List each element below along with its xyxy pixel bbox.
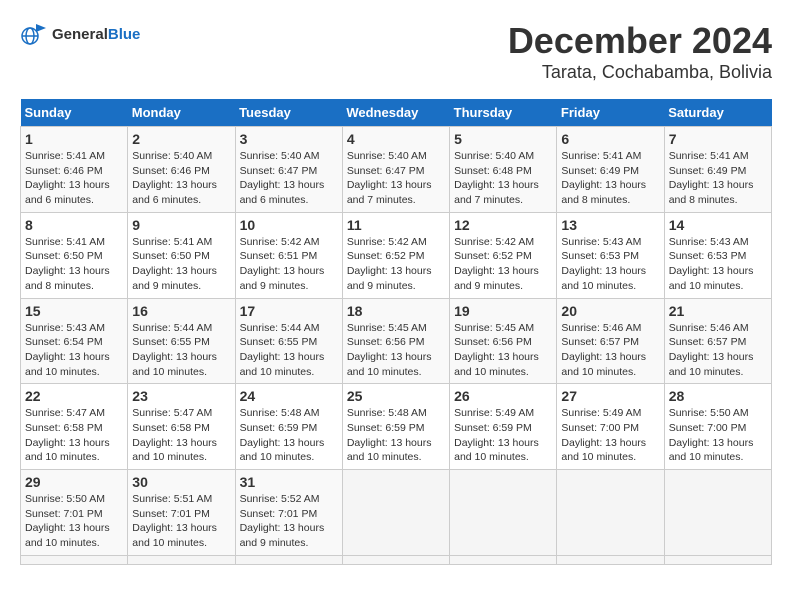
empty-cell [235,555,342,564]
empty-cell [664,470,771,556]
day-cell-18: 18Sunrise: 5:45 AMSunset: 6:56 PMDayligh… [342,298,449,384]
day-cell-12: 12Sunrise: 5:42 AMSunset: 6:52 PMDayligh… [450,212,557,298]
header-day-wednesday: Wednesday [342,99,449,127]
day-cell-21: 21Sunrise: 5:46 AMSunset: 6:57 PMDayligh… [664,298,771,384]
empty-cell [557,555,664,564]
empty-cell [128,555,235,564]
day-cell-14: 14Sunrise: 5:43 AMSunset: 6:53 PMDayligh… [664,212,771,298]
day-cell-8: 8Sunrise: 5:41 AMSunset: 6:50 PMDaylight… [21,212,128,298]
empty-cell [21,555,128,564]
day-cell-24: 24Sunrise: 5:48 AMSunset: 6:59 PMDayligh… [235,384,342,470]
header-day-thursday: Thursday [450,99,557,127]
week-row-2: 8Sunrise: 5:41 AMSunset: 6:50 PMDaylight… [21,212,772,298]
week-row-3: 15Sunrise: 5:43 AMSunset: 6:54 PMDayligh… [21,298,772,384]
week-row-5: 29Sunrise: 5:50 AMSunset: 7:01 PMDayligh… [21,470,772,556]
day-cell-25: 25Sunrise: 5:48 AMSunset: 6:59 PMDayligh… [342,384,449,470]
day-cell-16: 16Sunrise: 5:44 AMSunset: 6:55 PMDayligh… [128,298,235,384]
day-cell-30: 30Sunrise: 5:51 AMSunset: 7:01 PMDayligh… [128,470,235,556]
week-row-6 [21,555,772,564]
empty-cell [557,470,664,556]
day-cell-1: 1Sunrise: 5:41 AMSunset: 6:46 PMDaylight… [21,127,128,213]
day-cell-27: 27Sunrise: 5:49 AMSunset: 7:00 PMDayligh… [557,384,664,470]
header-day-saturday: Saturday [664,99,771,127]
week-row-1: 1Sunrise: 5:41 AMSunset: 6:46 PMDaylight… [21,127,772,213]
header-row: SundayMondayTuesdayWednesdayThursdayFrid… [21,99,772,127]
day-cell-7: 7Sunrise: 5:41 AMSunset: 6:49 PMDaylight… [664,127,771,213]
day-cell-31: 31Sunrise: 5:52 AMSunset: 7:01 PMDayligh… [235,470,342,556]
header-day-tuesday: Tuesday [235,99,342,127]
month-title: December 2024 [508,20,772,62]
empty-cell [342,555,449,564]
day-cell-23: 23Sunrise: 5:47 AMSunset: 6:58 PMDayligh… [128,384,235,470]
day-cell-4: 4Sunrise: 5:40 AMSunset: 6:47 PMDaylight… [342,127,449,213]
header: GeneralBlue December 2024 Tarata, Cochab… [20,20,772,83]
header-day-sunday: Sunday [21,99,128,127]
day-cell-11: 11Sunrise: 5:42 AMSunset: 6:52 PMDayligh… [342,212,449,298]
day-cell-10: 10Sunrise: 5:42 AMSunset: 6:51 PMDayligh… [235,212,342,298]
logo-icon [20,20,48,48]
logo: GeneralBlue [20,20,140,48]
title-area: December 2024 Tarata, Cochabamba, Bolivi… [508,20,772,83]
day-cell-9: 9Sunrise: 5:41 AMSunset: 6:50 PMDaylight… [128,212,235,298]
day-cell-17: 17Sunrise: 5:44 AMSunset: 6:55 PMDayligh… [235,298,342,384]
day-cell-26: 26Sunrise: 5:49 AMSunset: 6:59 PMDayligh… [450,384,557,470]
day-cell-20: 20Sunrise: 5:46 AMSunset: 6:57 PMDayligh… [557,298,664,384]
empty-cell [450,555,557,564]
empty-cell [450,470,557,556]
day-cell-5: 5Sunrise: 5:40 AMSunset: 6:48 PMDaylight… [450,127,557,213]
day-cell-13: 13Sunrise: 5:43 AMSunset: 6:53 PMDayligh… [557,212,664,298]
week-row-4: 22Sunrise: 5:47 AMSunset: 6:58 PMDayligh… [21,384,772,470]
day-cell-29: 29Sunrise: 5:50 AMSunset: 7:01 PMDayligh… [21,470,128,556]
day-cell-19: 19Sunrise: 5:45 AMSunset: 6:56 PMDayligh… [450,298,557,384]
day-cell-28: 28Sunrise: 5:50 AMSunset: 7:00 PMDayligh… [664,384,771,470]
day-cell-2: 2Sunrise: 5:40 AMSunset: 6:46 PMDaylight… [128,127,235,213]
empty-cell [664,555,771,564]
day-cell-15: 15Sunrise: 5:43 AMSunset: 6:54 PMDayligh… [21,298,128,384]
header-day-monday: Monday [128,99,235,127]
day-cell-22: 22Sunrise: 5:47 AMSunset: 6:58 PMDayligh… [21,384,128,470]
location-title: Tarata, Cochabamba, Bolivia [508,62,772,83]
logo-text: GeneralBlue [52,26,140,43]
day-cell-3: 3Sunrise: 5:40 AMSunset: 6:47 PMDaylight… [235,127,342,213]
calendar-table: SundayMondayTuesdayWednesdayThursdayFrid… [20,99,772,565]
day-cell-6: 6Sunrise: 5:41 AMSunset: 6:49 PMDaylight… [557,127,664,213]
empty-cell [342,470,449,556]
header-day-friday: Friday [557,99,664,127]
